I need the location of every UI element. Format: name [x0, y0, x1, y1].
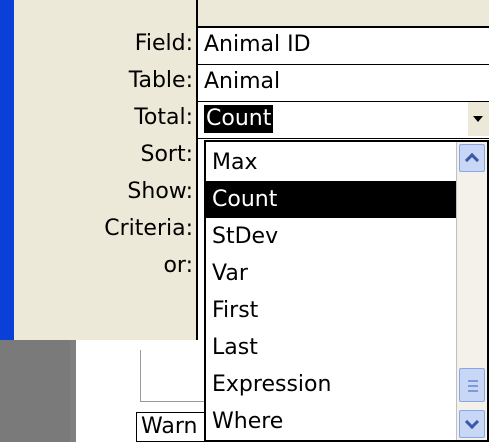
label-show: Show:: [127, 179, 193, 204]
dropdown-item-max[interactable]: Max: [206, 144, 460, 181]
table-value: Animal: [204, 69, 281, 94]
window-border: [0, 0, 14, 340]
dropdown-item-stdev[interactable]: StDev: [206, 218, 460, 255]
column-selector[interactable]: [198, 0, 489, 28]
total-dropdown-button[interactable]: [467, 102, 489, 136]
table-cell[interactable]: Animal: [198, 65, 489, 102]
field-cell[interactable]: Animal ID: [198, 28, 489, 65]
scroll-thumb[interactable]: [459, 368, 485, 402]
dropdown-item-var[interactable]: Var: [206, 255, 460, 292]
dropdown-item-first[interactable]: First: [206, 292, 460, 329]
scroll-down-button[interactable]: [459, 410, 485, 438]
label-field: Field:: [134, 31, 193, 56]
table-pane-left: [0, 340, 70, 442]
grip-line: [468, 385, 478, 387]
label-criteria: Criteria:: [104, 216, 193, 241]
grip-line: [468, 380, 478, 382]
dropdown-scrollbar[interactable]: [456, 142, 487, 440]
dropdown-item-last[interactable]: Last: [206, 329, 460, 366]
dropdown-item-where[interactable]: Where: [206, 403, 460, 440]
label-total: Total:: [134, 105, 193, 130]
label-table: Table:: [128, 68, 193, 93]
total-combobox[interactable]: Count: [198, 102, 489, 139]
field-value: Animal ID: [204, 32, 311, 57]
grip-line: [468, 390, 478, 392]
total-dropdown-list[interactable]: Max Count StDev Var First Last Expressio…: [204, 140, 489, 442]
label-sort: Sort:: [140, 142, 193, 167]
report-box: [140, 350, 210, 402]
total-value: Count: [204, 105, 274, 133]
warn-text: Warn: [141, 414, 198, 439]
chevron-down-icon: [473, 116, 483, 122]
dropdown-item-expression[interactable]: Expression: [206, 366, 460, 403]
chevron-up-icon: [464, 152, 480, 168]
scroll-up-button[interactable]: [459, 144, 485, 172]
label-or: or:: [163, 253, 193, 278]
dropdown-item-count[interactable]: Count: [206, 181, 460, 218]
chevron-down-icon: [464, 414, 480, 430]
